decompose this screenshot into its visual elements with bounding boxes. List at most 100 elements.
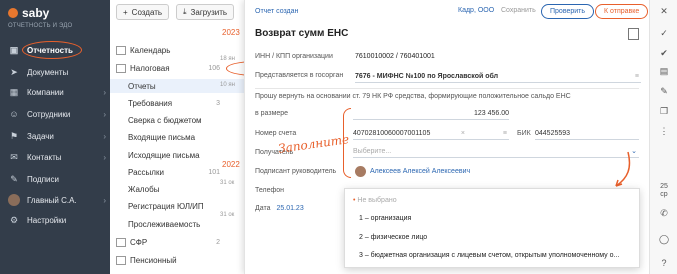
- nav-tax[interactable]: Налоговая 106: [116, 61, 226, 75]
- list-item-date[interactable]: 18 ян: [220, 56, 235, 62]
- chevron-right-icon: ›: [103, 131, 106, 141]
- nav-traceability[interactable]: Прослеживаемость: [116, 217, 226, 231]
- page-title: Возврат сумм ЕНС: [255, 28, 349, 39]
- bik-value: 044525593: [535, 129, 571, 137]
- nav-pension[interactable]: Пенсионный: [116, 253, 226, 267]
- contacts-icon: ✉: [10, 151, 18, 162]
- nav-label: Прослеживаемость: [128, 219, 201, 229]
- send-icon: ➤: [10, 66, 18, 77]
- nav-requirements[interactable]: Требования 3: [116, 96, 226, 110]
- nav-label: Сверка с бюджетом: [128, 115, 202, 125]
- account-label: Номер счета: [255, 130, 297, 137]
- sidebar-item-profile[interactable]: Главный С.А. ›: [0, 190, 110, 210]
- to-send-button[interactable]: К отправке: [595, 4, 649, 19]
- year-group: 2023: [222, 28, 240, 37]
- double-check-icon[interactable]: ✔: [659, 48, 669, 59]
- sidebar-item-label: Подписи: [27, 174, 59, 184]
- list-item-date[interactable]: 10 ян: [220, 82, 235, 88]
- save-button[interactable]: Сохранить: [501, 7, 536, 14]
- nav-label: Отчеты: [128, 81, 156, 91]
- create-button[interactable]: + Создать: [116, 4, 170, 20]
- chevron-right-icon: ›: [103, 152, 106, 162]
- represented-field[interactable]: 7676 - МИФНС №100 по Ярославской обл ≡: [355, 70, 641, 83]
- chat-icon[interactable]: ◯: [659, 234, 669, 245]
- amount-field[interactable]: 123 456.00: [353, 107, 509, 120]
- bik-label: БИК: [517, 130, 531, 137]
- nav-label: Регистрация ЮЛ/ИП: [128, 201, 204, 211]
- sidebar-item-documents[interactable]: ➤ Документы: [0, 62, 110, 82]
- dropdown-option[interactable]: • Не выбрано: [353, 197, 397, 204]
- copy-icon[interactable]: ❐: [659, 106, 669, 117]
- inn-value: 7610010002 / 760401001: [355, 53, 435, 60]
- nav-calendar[interactable]: Календарь: [116, 43, 226, 57]
- nav-reconciliation[interactable]: Сверка с бюджетом: [116, 113, 226, 127]
- clear-icon[interactable]: ×: [461, 130, 465, 137]
- sidebar-item-companies[interactable]: ▦ Компании ›: [0, 82, 110, 102]
- nav-label: СФР: [130, 237, 148, 247]
- more-icon[interactable]: ⋮: [659, 126, 669, 137]
- calendar-day: 25: [660, 183, 668, 190]
- sfr-icon: [116, 237, 126, 247]
- nav-sfr[interactable]: СФР 2: [116, 235, 226, 249]
- nav-incoming[interactable]: Входящие письма: [116, 130, 226, 144]
- nav-label: Жалобы: [128, 184, 160, 194]
- amount-label: в размере: [255, 110, 289, 117]
- list-icon: ≡: [502, 129, 507, 137]
- saby-logo[interactable]: saby: [8, 6, 49, 20]
- recipient-dropdown: • Не выбрано 1 – организация 2 – физичес…: [344, 188, 640, 268]
- date-row: Дата 25.01.23: [255, 205, 304, 212]
- year-group: 2022: [222, 160, 240, 169]
- highlight-oval: [22, 41, 82, 59]
- calendar-date[interactable]: 25 ср: [659, 183, 669, 199]
- request-text: Прошу вернуть на основании ст. 79 НК РФ …: [255, 93, 571, 100]
- check-icon[interactable]: ✓: [659, 28, 669, 39]
- recipient-select[interactable]: Выберите... ⌄: [353, 145, 639, 158]
- nav-label: Календарь: [130, 45, 171, 55]
- org-link[interactable]: Кадр, ООО: [458, 7, 494, 14]
- dropdown-option[interactable]: 3 – бюджетная организация с лицевым счет…: [359, 252, 619, 259]
- represented-label: Представляется в госорган: [255, 72, 344, 79]
- save-icon[interactable]: ▤: [659, 66, 669, 77]
- represented-value: 7676 - МИФНС №100 по Ярославской обл: [355, 72, 499, 80]
- divider: [255, 88, 639, 89]
- chevron-right-icon: ›: [103, 109, 106, 119]
- nav-label: Налоговая: [130, 63, 170, 73]
- sidebar-item-tasks[interactable]: ⚑ Задачи ›: [0, 126, 110, 146]
- list-item-date[interactable]: 31 ок: [220, 180, 234, 186]
- nav-label: Пенсионный: [130, 255, 177, 265]
- nav-outgoing[interactable]: Исходящие письма: [116, 148, 226, 162]
- edit-icon[interactable]: ✎: [659, 86, 669, 97]
- date-label: Дата: [255, 205, 271, 212]
- dropdown-option[interactable]: 2 – физическое лицо: [359, 234, 427, 241]
- check-button[interactable]: Проверить: [541, 4, 595, 19]
- calendar-icon: [116, 45, 126, 55]
- date-value[interactable]: 25.01.23: [276, 205, 303, 212]
- signature-icon: ✎: [10, 173, 18, 184]
- nav-complaints[interactable]: Жалобы: [116, 182, 226, 196]
- bik-field[interactable]: 044525593: [535, 127, 639, 140]
- list-item-date[interactable]: 31 ок: [220, 212, 234, 218]
- sidebar-item-settings[interactable]: ⚙ Настройки: [0, 210, 110, 230]
- sidebar-item-signatures[interactable]: ✎ Подписи: [0, 169, 110, 189]
- close-icon[interactable]: ✕: [659, 6, 669, 17]
- main-sidebar: saby ОТЧЕТНОСТЬ И ЭДО ▣ Отчетность ➤ Док…: [0, 0, 110, 274]
- sidebar-item-label: Главный С.А.: [27, 195, 77, 205]
- annotation-arrow: [615, 151, 631, 187]
- pension-icon: [116, 255, 126, 265]
- account-field[interactable]: 40702810060007001105 × ≡: [353, 127, 509, 140]
- avatar: [355, 166, 366, 177]
- sidebar-item-contacts[interactable]: ✉ Контакты ›: [0, 147, 110, 167]
- sidebar-item-employees[interactable]: ☺ Сотрудники ›: [0, 104, 110, 124]
- nav-mailings[interactable]: Рассылки 101: [116, 165, 226, 179]
- help-icon[interactable]: ?: [659, 258, 669, 268]
- nav-registration[interactable]: Регистрация ЮЛ/ИП: [116, 199, 226, 213]
- plus-icon: +: [123, 7, 128, 17]
- selected-dot-icon: •: [353, 197, 356, 204]
- phone-icon[interactable]: ✆: [659, 208, 669, 219]
- sidebar-item-label: Настройки: [27, 215, 67, 225]
- document-edit-icon[interactable]: [628, 28, 639, 40]
- dropdown-option[interactable]: 1 – организация: [359, 215, 411, 222]
- signer-label: Подписант руководитель: [255, 168, 337, 175]
- recipient-placeholder: Выберите...: [353, 147, 392, 155]
- signer-value[interactable]: Алексеев Алексей Алексеевич: [355, 166, 470, 177]
